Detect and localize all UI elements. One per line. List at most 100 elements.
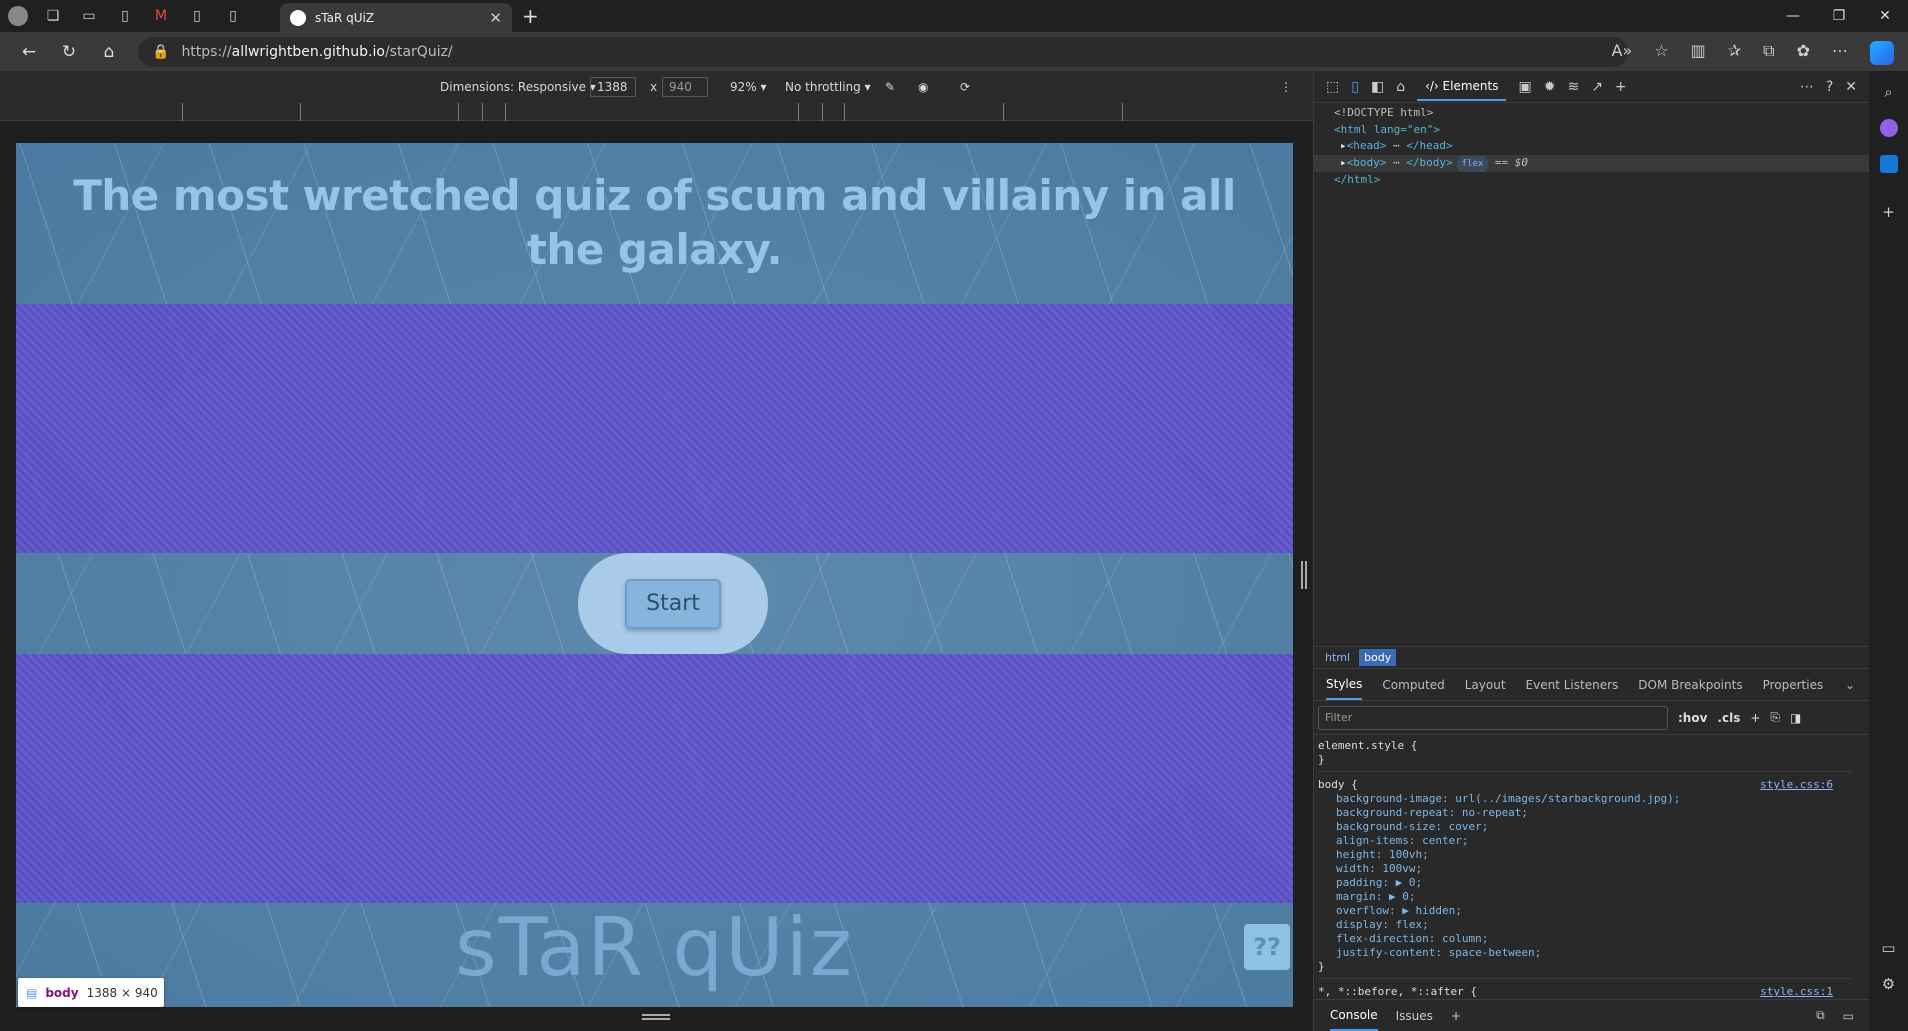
tree-html[interactable]: <html lang="en">: [1334, 122, 1869, 139]
new-rule-icon[interactable]: +: [1750, 711, 1760, 725]
add-drawer-tab-icon[interactable]: +: [1451, 1009, 1461, 1023]
close-devtools-icon[interactable]: ✕: [1845, 79, 1857, 95]
media-query-ruler[interactable]: [0, 103, 1313, 121]
help-circle-icon[interactable]: ?: [1826, 79, 1833, 95]
tab-console[interactable]: Console: [1330, 1001, 1378, 1031]
tab-event-listeners[interactable]: Event Listeners: [1526, 678, 1619, 692]
split-screen-icon[interactable]: ▥: [1691, 41, 1706, 65]
ellipsis-icon[interactable]: ⋯: [1386, 156, 1406, 169]
collections-icon[interactable]: ⧉: [1763, 41, 1774, 65]
sidebar-toggle-icon[interactable]: ◨: [1790, 711, 1801, 725]
undock-drawer-icon[interactable]: ⧉: [1816, 1008, 1825, 1023]
tab-styles[interactable]: Styles: [1326, 670, 1363, 700]
settings-gear-icon[interactable]: ⚙: [1882, 975, 1895, 993]
add-sidebar-app-icon[interactable]: +: [1882, 203, 1895, 221]
search-icon[interactable]: ⌕: [1884, 83, 1892, 101]
copilot-icon[interactable]: [1870, 41, 1894, 65]
favorites-icon[interactable]: ✰: [1728, 41, 1741, 65]
chevron-down-icon[interactable]: ⌄: [1845, 678, 1855, 692]
home-icon[interactable]: ⌂: [98, 42, 120, 62]
css-prop[interactable]: width: 100vw;: [1318, 862, 1851, 876]
tab-elements[interactable]: ‹/› Elements: [1417, 73, 1507, 101]
paint-icon[interactable]: ⎘: [1770, 710, 1780, 725]
tab-computed[interactable]: Computed: [1382, 678, 1444, 692]
copilot-sidebar-icon[interactable]: [1879, 119, 1898, 137]
crumb-body[interactable]: body: [1359, 649, 1397, 666]
height-input[interactable]: 940: [662, 77, 708, 97]
universal-rule-source-link[interactable]: style.css:1: [1760, 985, 1833, 999]
pen-icon[interactable]: ✎: [885, 80, 895, 94]
tree-html-close[interactable]: </html>: [1334, 172, 1869, 189]
performance-icon[interactable]: ↗: [1591, 79, 1603, 95]
css-prop[interactable]: justify-content: space-between;: [1318, 946, 1851, 960]
close-window-icon[interactable]: ✕: [1862, 0, 1908, 32]
device-more-icon[interactable]: ⋮: [1280, 80, 1292, 94]
width-input[interactable]: 1388: [590, 77, 636, 97]
read-aloud-icon[interactable]: A»: [1612, 41, 1633, 65]
hov-toggle[interactable]: :hov: [1678, 711, 1707, 725]
refresh-icon[interactable]: ↻: [58, 42, 80, 62]
add-tool-icon[interactable]: +: [1615, 79, 1627, 95]
profile-avatar-icon[interactable]: [8, 6, 28, 26]
favorite-star-icon[interactable]: ☆: [1654, 41, 1668, 65]
new-tab-icon[interactable]: +: [522, 4, 539, 28]
tab-dom-breakpoints[interactable]: DOM Breakpoints: [1638, 678, 1742, 692]
more-menu-icon[interactable]: ⋯: [1832, 41, 1848, 65]
tab-layout[interactable]: Layout: [1465, 678, 1506, 692]
lock-icon[interactable]: 🔒: [152, 44, 169, 60]
tree-body-selected[interactable]: ▸<body> ⋯ </body> flex == $0: [1314, 154, 1869, 172]
filter-input[interactable]: Filter: [1318, 705, 1668, 730]
page-tab-icon[interactable]: ▯: [114, 5, 136, 27]
url-field[interactable]: 🔒 https://allwrightben.github.io/starQui…: [138, 37, 1628, 67]
extensions-icon[interactable]: ✿: [1797, 41, 1810, 65]
css-prop[interactable]: display: flex;: [1318, 918, 1851, 932]
start-button[interactable]: Start: [625, 578, 721, 629]
expand-head-icon[interactable]: ▸: [1340, 139, 1347, 152]
page-tab-icon[interactable]: ▯: [186, 5, 208, 27]
body-rule[interactable]: style.css:6 body { background-image: url…: [1318, 778, 1851, 979]
dock-icon[interactable]: ◧: [1371, 79, 1384, 95]
device-toggle-icon[interactable]: ▯: [1351, 79, 1359, 95]
restore-icon[interactable]: ❐: [1816, 0, 1862, 32]
help-button[interactable]: ??: [1244, 924, 1290, 970]
css-prop[interactable]: height: 100vh;: [1318, 848, 1851, 862]
vision-icon[interactable]: ◉: [918, 80, 928, 94]
welcome-home-icon[interactable]: ⌂: [1396, 79, 1405, 95]
css-prop[interactable]: background-image: url(../images/starback…: [1318, 792, 1851, 806]
tab-actions-icon[interactable]: ▭: [78, 5, 100, 27]
close-drawer-icon[interactable]: ▭: [1843, 1009, 1854, 1023]
css-prop[interactable]: flex-direction: column;: [1318, 932, 1851, 946]
expand-body-icon[interactable]: ▸: [1340, 156, 1347, 169]
rotate-icon[interactable]: ⟳: [960, 80, 970, 94]
flex-badge[interactable]: flex: [1456, 155, 1489, 172]
body-rule-source-link[interactable]: style.css:6: [1760, 778, 1833, 792]
devtools-more-icon[interactable]: ⋯: [1800, 79, 1814, 95]
tree-doctype[interactable]: <!DOCTYPE html>: [1334, 105, 1869, 122]
element-style-rule[interactable]: element.style { }: [1318, 739, 1851, 772]
back-icon[interactable]: ←: [18, 42, 40, 62]
active-tab[interactable]: sTaR qUiZ ✕: [280, 3, 512, 32]
close-tab-icon[interactable]: ✕: [489, 9, 502, 27]
gmail-tab-icon[interactable]: M: [150, 5, 172, 27]
minimize-icon[interactable]: —: [1770, 0, 1816, 32]
zoom-dropdown[interactable]: 92% ▾: [730, 80, 767, 94]
tree-head[interactable]: ▸<head> ⋯ </head>: [1334, 138, 1869, 155]
css-prop[interactable]: background-size: cover;: [1318, 820, 1851, 834]
console-icon[interactable]: ▣: [1518, 79, 1531, 95]
dimensions-dropdown[interactable]: Dimensions: Responsive ▾: [440, 80, 596, 94]
tab-properties[interactable]: Properties: [1763, 678, 1824, 692]
css-prop[interactable]: margin: ▶ 0;: [1318, 890, 1851, 904]
cls-toggle[interactable]: .cls: [1717, 711, 1740, 725]
ellipsis-icon[interactable]: ⋯: [1386, 139, 1406, 152]
horizontal-resize-handle[interactable]: [1301, 561, 1307, 589]
css-prop[interactable]: background-repeat: no-repeat;: [1318, 806, 1851, 820]
page-tab-icon[interactable]: ▯: [222, 5, 244, 27]
tab-issues[interactable]: Issues: [1396, 1009, 1433, 1023]
crumb-html[interactable]: html: [1320, 649, 1355, 666]
css-prop[interactable]: align-items: center;: [1318, 834, 1851, 848]
workspaces-icon[interactable]: ❏: [42, 5, 64, 27]
sidebar-panel-icon[interactable]: ▭: [1881, 939, 1895, 957]
outlook-icon[interactable]: [1879, 155, 1898, 173]
inspect-icon[interactable]: ⬚: [1326, 79, 1339, 95]
throttling-dropdown[interactable]: No throttling ▾: [785, 80, 871, 94]
